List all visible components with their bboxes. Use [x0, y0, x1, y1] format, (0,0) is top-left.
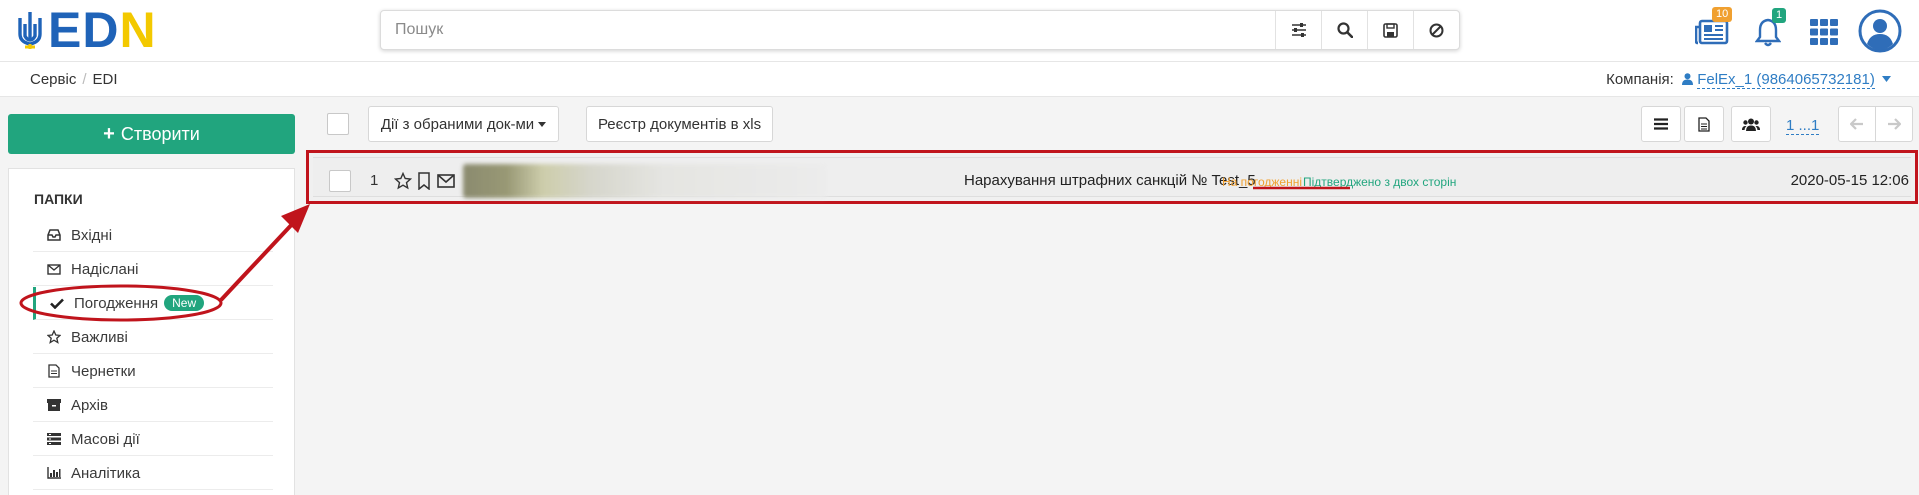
app-root: EDN Пошук 10 1 Сервіс / EDI Компанія: Fe… [0, 0, 1919, 495]
annotation-overlay [19, 186, 1350, 322]
annotation-arrow [219, 218, 298, 302]
annotation-ellipse [19, 284, 223, 322]
